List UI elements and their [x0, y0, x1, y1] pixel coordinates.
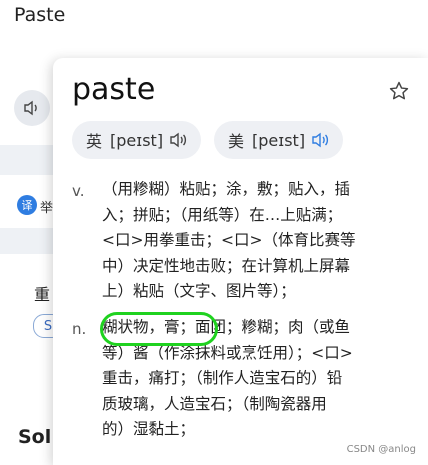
phonetic-us-button[interactable]: 美 [peɪst]	[214, 121, 344, 159]
definition-line: 入；拼贴；（用纸等）在…上贴满；	[102, 205, 343, 224]
part-of-speech-noun: n.	[72, 320, 87, 338]
background-heading-fragment: 重	[34, 285, 51, 304]
star-icon[interactable]	[388, 80, 410, 102]
speaker-icon	[24, 100, 37, 116]
speaker-icon	[312, 132, 329, 148]
definition-line: 的）湿黏土；	[102, 420, 196, 438]
part-of-speech-verb: v.	[72, 182, 85, 200]
translate-icon[interactable]: 译	[17, 195, 37, 215]
definition-line: 重击，痛打；（制作人造宝石的）铅	[102, 369, 343, 387]
headword: paste	[72, 72, 156, 107]
page-title: Paste	[14, 4, 66, 26]
phonetic-uk-button[interactable]: 英 [peɪst]	[72, 121, 202, 159]
phonetic-uk-label: 英	[86, 132, 103, 151]
definition-verb: （用糁糊）粘贴；涂，敷；贴入，插 入；拼贴；（用纸等）在…上贴满； <口>用拳重…	[102, 177, 402, 305]
background-bold-heading: Sol	[18, 426, 52, 448]
dictionary-popup: paste 英 [peɪst] 美 [peɪst] v. （用糁糊）粘贴；涂，敷…	[53, 58, 428, 465]
phonetic-us-ipa: [peɪst]	[252, 130, 306, 150]
background-band	[0, 228, 60, 254]
definition-line: 上）粘贴（文字、图片等）；	[102, 282, 296, 300]
definition-line: 质玻璃，人造宝石；（制陶瓷器用	[102, 394, 327, 413]
definition-line: 中）决定性地击败；在计算机上屏幕	[102, 256, 351, 275]
definition-line: <口>用拳重击；<口>（体育比赛等	[102, 231, 356, 249]
speaker-icon	[170, 132, 187, 148]
background-text-fragment: 举	[40, 201, 54, 216]
phonetic-uk-ipa: [peɪst]	[110, 130, 164, 150]
highlight-annotation	[100, 312, 218, 346]
background-band	[0, 145, 60, 175]
definition-line: （用糁糊）粘贴；涂，敷；贴入，插	[102, 180, 351, 198]
background-speaker-button[interactable]	[14, 90, 50, 126]
phonetic-us-label: 美	[228, 132, 245, 151]
watermark: CSDN @anlog	[346, 444, 416, 455]
